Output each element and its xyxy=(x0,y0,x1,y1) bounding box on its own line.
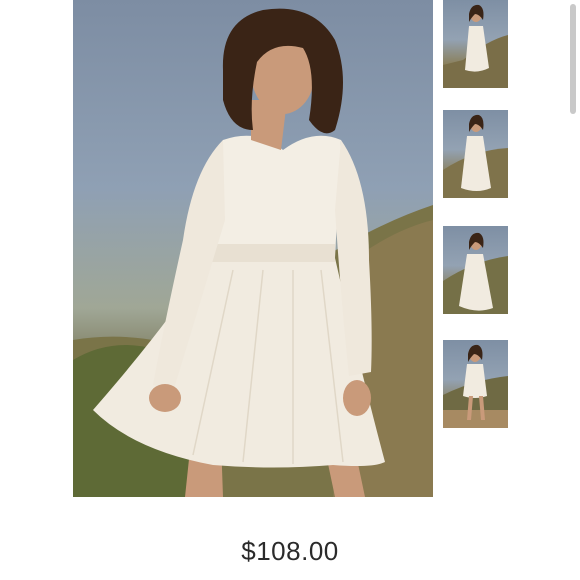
product-price: $108.00 xyxy=(241,536,339,566)
thumbnail-4[interactable] xyxy=(443,340,508,428)
thumbnail-2[interactable] xyxy=(443,110,508,198)
main-product-image[interactable] xyxy=(73,0,433,497)
vertical-scrollbar[interactable] xyxy=(570,4,576,114)
thumbnail-3[interactable] xyxy=(443,226,508,314)
thumbnail-1[interactable] xyxy=(443,0,508,88)
